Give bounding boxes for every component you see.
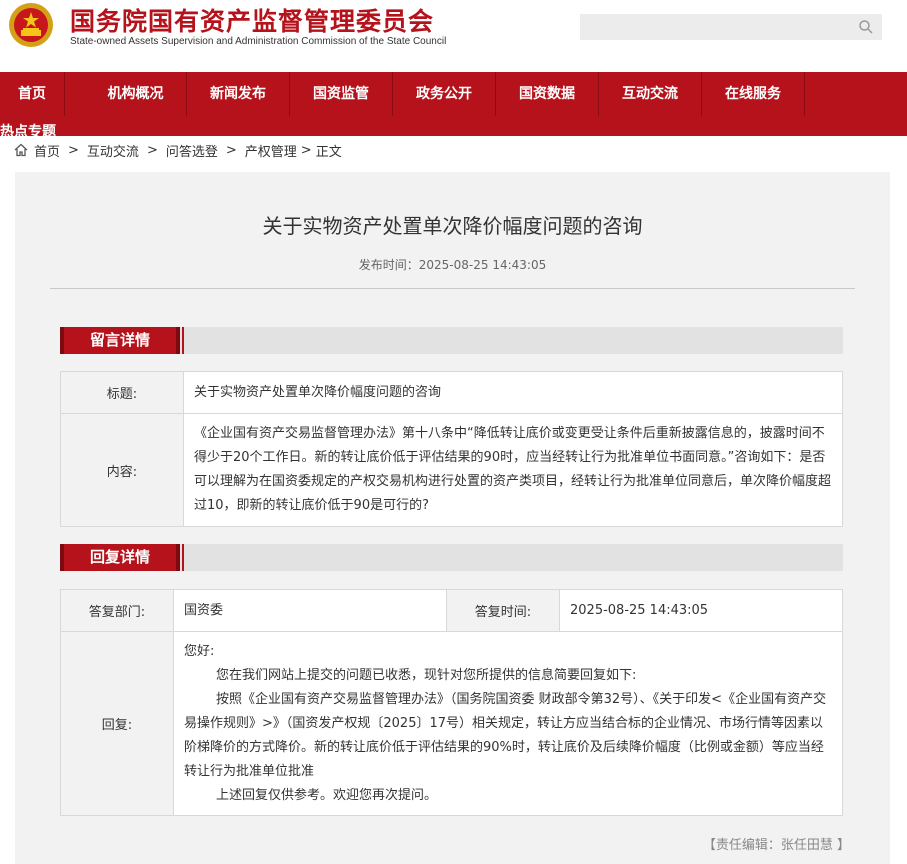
search-box (580, 14, 882, 40)
reply-greeting: 您好: (184, 643, 215, 659)
reply-table: 答复部门: 国资委 答复时间: 2025-08-25 14:43:05 回复: … (60, 589, 843, 816)
breadcrumb-property-rights[interactable]: 产权管理 (245, 141, 297, 160)
reply-content: 您好: 您在我们网站上提交的问题已收悉，现针对您所提供的信息简要回复如下: 按照… (173, 631, 843, 816)
national-emblem-icon[interactable] (8, 2, 54, 48)
site-subtitle: State-owned Assets Supervision and Admin… (70, 36, 447, 47)
table-row: 内容: 《企业国有资产交易监督管理办法》第十八条中“降低转让底价或变更受让条件后… (60, 413, 843, 527)
breadcrumb-separator: > (68, 142, 79, 158)
breadcrumb-qa[interactable]: 问答选登 (166, 141, 218, 160)
table-row: 回复: 您好: 您在我们网站上提交的问题已收悉，现针对您所提供的信息简要回复如下… (60, 631, 843, 816)
time-label: 答复时间: (446, 589, 560, 632)
nav-item-supervision[interactable]: 国资监管 (290, 72, 393, 116)
dept-value: 国资委 (173, 589, 447, 632)
nav-item-home[interactable]: 首页 (0, 72, 65, 116)
nav-item-news[interactable]: 新闻发布 (187, 72, 290, 116)
breadcrumb-current: 正文 (315, 144, 342, 160)
responsible-editor: 【责任编辑：张任田慧 】 (702, 838, 850, 853)
nav-item-interaction[interactable]: 互动交流 (599, 72, 702, 116)
reply-paragraph: 按照《企业国有资产交易监督管理办法》（国务院国资委 财政部令第32号）、《关于印… (184, 691, 827, 779)
time-value: 2025-08-25 14:43:05 (559, 589, 843, 632)
message-section-header: 留言详情 (60, 327, 843, 354)
message-table: 标题: 关于实物资产处置单次降价幅度问题的咨询 内容: 《企业国有资产交易监督管… (60, 371, 843, 527)
breadcrumb-home[interactable]: 首页 (34, 141, 60, 160)
breadcrumb-separator: > (300, 142, 312, 158)
nav-item-hot-topics[interactable]: 热点专题 (0, 122, 56, 136)
breadcrumb: 首页 > 互动交流 > 问答选登 > 产权管理 > 正文 (14, 140, 342, 160)
reply-paragraph: 上述回复仅供参考。欢迎您再次提问。 (216, 787, 438, 803)
title-label: 标题: (60, 371, 184, 414)
content-value: 《企业国有资产交易监督管理办法》第十八条中“降低转让底价或变更受让条件后重新披露… (183, 413, 843, 527)
nav-item-data[interactable]: 国资数据 (496, 72, 599, 116)
reply-section-label: 回复详情 (60, 544, 184, 571)
breadcrumb-interaction[interactable]: 互动交流 (87, 141, 139, 160)
content-label: 内容: (60, 413, 184, 527)
message-section-label: 留言详情 (60, 327, 184, 354)
article-title: 关于实物资产处置单次降价幅度问题的咨询 (262, 214, 643, 238)
publish-time: 发布时间：2025-08-25 14:43:05 (358, 258, 547, 272)
table-row: 答复部门: 国资委 答复时间: 2025-08-25 14:43:05 (60, 589, 843, 632)
site-header: 国务院国有资产监督管理委员会 State-owned Assets Superv… (0, 0, 907, 72)
reply-label: 回复: (60, 631, 174, 816)
table-row: 标题: 关于实物资产处置单次降价幅度问题的咨询 (60, 371, 843, 414)
home-icon (14, 143, 28, 157)
search-icon[interactable] (858, 19, 874, 35)
content-panel: 关于实物资产处置单次降价幅度问题的咨询 发布时间：2025-08-25 14:4… (15, 172, 890, 864)
search-input[interactable] (580, 14, 850, 40)
site-title[interactable]: 国务院国有资产监督管理委员会 (70, 2, 434, 38)
nav-item-government-affairs[interactable]: 政务公开 (393, 72, 496, 116)
nav-item-about[interactable]: 机构概况 (85, 72, 187, 116)
reply-section-header: 回复详情 (60, 544, 843, 571)
title-value: 关于实物资产处置单次降价幅度问题的咨询 (183, 371, 843, 414)
breadcrumb-separator: > (225, 142, 237, 158)
dept-label: 答复部门: (60, 589, 174, 632)
nav-item-online-service[interactable]: 在线服务 (702, 72, 805, 116)
breadcrumb-separator: > (146, 142, 158, 158)
reply-paragraph: 您在我们网站上提交的问题已收悉，现针对您所提供的信息简要回复如下: (216, 667, 637, 683)
title-divider (50, 288, 855, 289)
main-nav: 首页 机构概况 新闻发布 国资监管 政务公开 国资数据 互动交流 在线服务 热点… (0, 72, 907, 136)
